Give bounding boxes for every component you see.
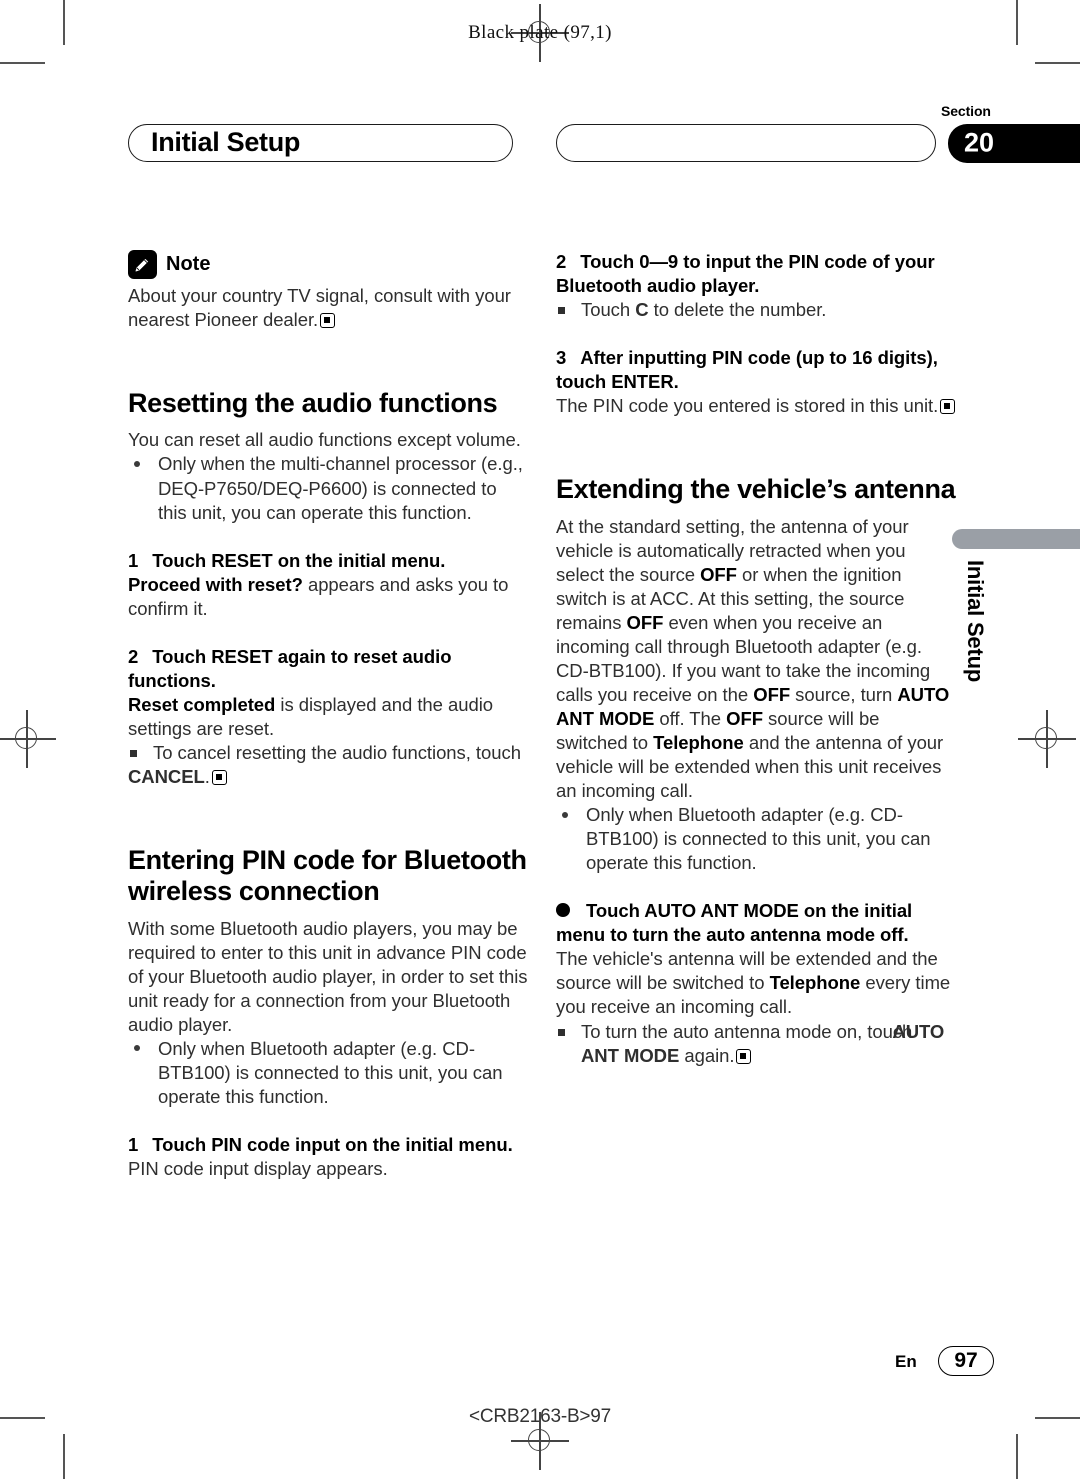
footer-language: En <box>895 1352 917 1371</box>
footer-document-code: <CRB2163-B>97 <box>468 1406 612 1427</box>
antenna-instruction-body: The vehicle's antenna will be extended a… <box>556 948 951 1018</box>
side-tab-label: Initial Setup <box>963 560 988 683</box>
step-number: 1 <box>128 1134 139 1156</box>
step-number: 3 <box>556 347 567 369</box>
end-marker-icon <box>940 399 956 415</box>
step-text: Touch RESET on the initial menu. <box>152 549 446 571</box>
pencil-icon <box>128 250 157 279</box>
step-number: 2 <box>128 645 139 667</box>
antenna-paragraph: At the standard setting, the antenna of … <box>556 515 950 802</box>
antenna-note: To turn the auto antenna mode on, touch … <box>556 1020 956 1068</box>
note-title: Note <box>166 253 211 275</box>
bullet-dot-icon <box>134 460 140 467</box>
pin-step-3: 3 After inputting PIN code (up to 16 digi… <box>556 346 956 394</box>
reset-step-2-body: Reset completed is displayed and the aud… <box>128 693 494 739</box>
note-header: Note <box>128 250 528 279</box>
chapter-title-pill: Initial Setup <box>128 124 513 162</box>
reset-intro: You can reset all audio functions except… <box>128 429 521 451</box>
antenna-bullet: Only when Bluetooth adapter (e.g. CD-BTB… <box>556 803 956 875</box>
step-number: 2 <box>556 251 567 272</box>
reset-step-1: 1 Touch RESET on the initial menu. <box>128 549 528 573</box>
pin-step-1: 1 Touch PIN code input on the initial men… <box>128 1133 528 1157</box>
footer-page-number: 97 <box>938 1346 994 1376</box>
header-pill-right <box>556 124 936 162</box>
right-column: 2 Touch 0—9 to input the PIN code of your… <box>556 250 956 1068</box>
end-marker-icon <box>211 769 227 785</box>
page-title: Initial Setup <box>151 126 301 157</box>
step-text: After inputting PIN code (up to 16 digit… <box>556 347 938 393</box>
pin-step-3-body: The PIN code you entered is stored in th… <box>556 394 956 418</box>
note-text: About your country TV signal, consult wi… <box>128 285 511 331</box>
registration-mark-left <box>0 710 56 768</box>
crop-mark-left-top <box>0 62 45 64</box>
end-marker-icon <box>736 1048 752 1064</box>
manual-page: Black plate (97,1) Initial Setup Section… <box>0 0 1080 1479</box>
step-number: 1 <box>128 549 139 571</box>
square-bullet-icon <box>130 750 137 758</box>
section-label: Section <box>941 103 991 119</box>
section-badge: 20 <box>948 124 1080 163</box>
square-bullet-icon <box>558 1028 565 1036</box>
step-text: Touch AUTO ANT MODE on the initial menu … <box>556 900 913 946</box>
antenna-instruction: Touch AUTO ANT MODE on the initial menu … <box>556 899 956 947</box>
side-tab-bar <box>952 529 1080 549</box>
crop-mark-bottom-left <box>63 1434 65 1479</box>
left-column: Note About your country TV signal, consu… <box>128 250 528 1181</box>
bullet-dot-icon <box>562 811 568 818</box>
pin-intro: With some Bluetooth audio players, you m… <box>128 917 528 1035</box>
pin-step-2: 2 Touch 0—9 to input the PIN code of your… <box>556 250 956 298</box>
step-text: Touch PIN code input on the initial menu… <box>152 1134 513 1156</box>
crop-mark-right-top <box>1035 62 1080 64</box>
reset-step-2: 2 Touch RESET again to reset audio functi… <box>128 645 528 693</box>
section-number: 20 <box>964 127 995 158</box>
reset-bullet: Only when the multi-channel processor (e… <box>128 452 528 524</box>
heading-resetting-audio: Resetting the audio functions <box>128 388 498 419</box>
end-marker-icon <box>320 313 336 329</box>
step-text: Touch RESET again to reset audio functio… <box>128 645 452 691</box>
heading-extending-antenna: Extending the vehicle’s antenna <box>556 474 956 505</box>
reset-step-1-body: Proceed with reset? appears and asks you… <box>128 573 509 619</box>
pin-step-1-body: PIN code input display appears. <box>128 1158 388 1180</box>
pin-bullet: Only when Bluetooth adapter (e.g. CD-BTB… <box>128 1037 528 1109</box>
crop-mark-bottom-right <box>1016 1434 1018 1479</box>
plate-label: Black plate (97,1) <box>468 22 612 43</box>
square-bullet-icon <box>558 307 565 315</box>
heading-entering-pin-code: Entering PIN code for Bluetooth wireless… <box>128 845 527 907</box>
filled-circle-bullet-icon <box>556 902 570 917</box>
pin-step-2-note: Touch C to delete the number. <box>556 298 956 322</box>
bullet-dot-icon <box>134 1045 140 1052</box>
reset-step-2-note: To cancel resetting the audio functions,… <box>128 741 521 787</box>
registration-mark-right <box>1018 710 1076 768</box>
step-text: Touch 0—9 to input the PIN code of your … <box>556 251 935 297</box>
